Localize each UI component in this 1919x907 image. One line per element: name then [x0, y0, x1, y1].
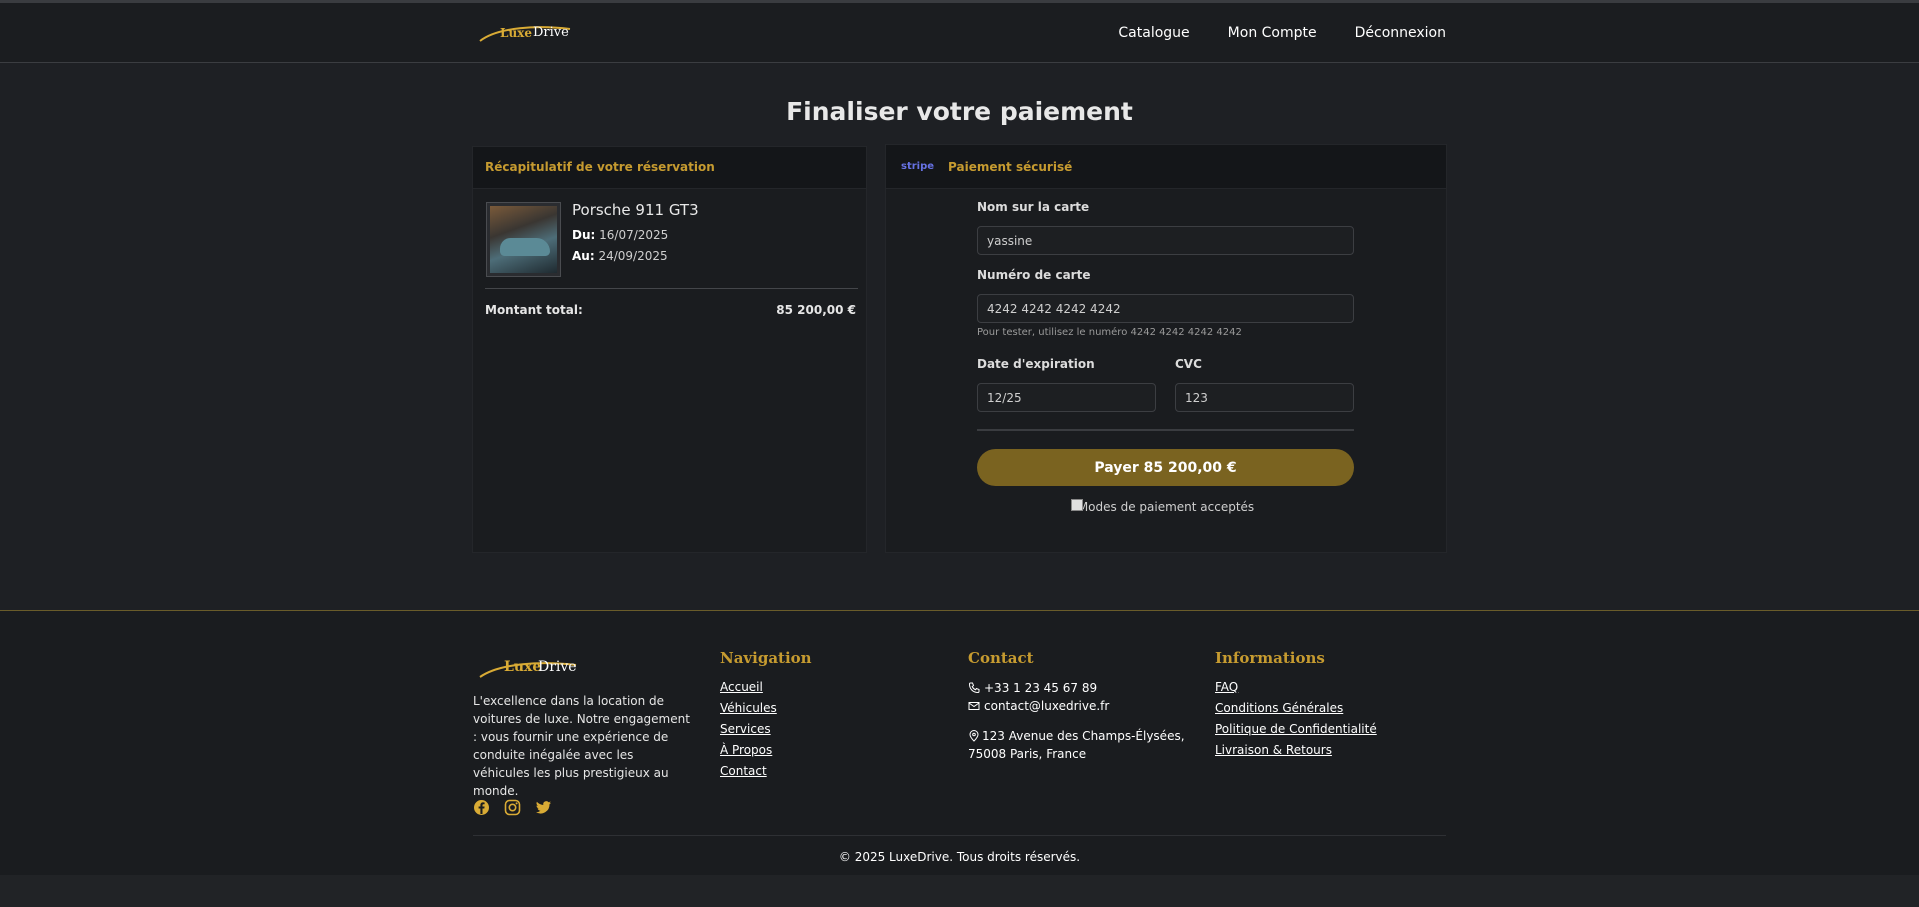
footer-link-vehicules[interactable]: Véhicules: [720, 701, 777, 715]
summary-header: Récapitulatif de votre réservation: [473, 147, 866, 189]
date-to: Au: 24/09/2025: [572, 249, 668, 263]
main-nav: Catalogue Mon Compte Déconnexion: [1118, 25, 1446, 41]
footer-brand-luxe: Luxe: [504, 659, 542, 675]
footer-info-list: FAQ Conditions Générales Politique de Co…: [1215, 680, 1377, 764]
facebook-icon[interactable]: [473, 799, 490, 816]
card-number-input[interactable]: [977, 294, 1354, 323]
date-to-label: Au:: [572, 249, 595, 263]
social-links: [473, 799, 552, 816]
footer-nav-list: Accueil Véhicules Services À Propos Cont…: [720, 680, 777, 785]
date-to-value: 24/09/2025: [598, 249, 668, 263]
stripe-logo: stripe: [901, 161, 935, 172]
footer-brand-drive: Drive: [538, 659, 577, 675]
nav-link-deconnexion[interactable]: Déconnexion: [1355, 25, 1446, 41]
contact-phone: +33 1 23 45 67 89: [968, 681, 1097, 695]
expiry-input[interactable]: [977, 383, 1156, 412]
footer-link-accueil[interactable]: Accueil: [720, 680, 763, 694]
navbar: Luxe Drive Catalogue Mon Compte Déconnex…: [0, 3, 1919, 63]
total-label: Montant total:: [485, 303, 583, 317]
email-address[interactable]: contact@luxedrive.fr: [984, 699, 1109, 713]
card-name-input[interactable]: [977, 226, 1354, 255]
footer-link-services[interactable]: Services: [720, 722, 771, 736]
footer: Luxe Drive L'excellence dans la location…: [0, 610, 1919, 875]
footer-link-livraison[interactable]: Livraison & Retours: [1215, 743, 1332, 757]
copyright: © 2025 LuxeDrive. Tous droits réservés.: [838, 850, 1081, 864]
footer-brand-logo[interactable]: Luxe Drive: [478, 653, 578, 683]
broken-image-icon: [1071, 499, 1083, 511]
footer-link-a-propos[interactable]: À Propos: [720, 743, 772, 757]
footer-about-text: L'excellence dans la location de voiture…: [473, 694, 690, 798]
footer-link-conditions[interactable]: Conditions Générales: [1215, 701, 1343, 715]
payment-card: stripe Paiement sécurisé Nom sur la cart…: [885, 144, 1447, 553]
cvc-input[interactable]: [1175, 383, 1354, 412]
footer-link-contact[interactable]: Contact: [720, 764, 767, 778]
card-name-label: Nom sur la carte: [977, 200, 1090, 214]
footer-link-confidentialite[interactable]: Politique de Confidentialité: [1215, 722, 1377, 736]
address-line-1: 123 Avenue des Champs-Élysées,: [982, 729, 1185, 743]
payment-methods-image: Modes de paiement acceptés: [1071, 497, 1261, 517]
date-from-value: 16/07/2025: [599, 228, 669, 242]
twitter-icon[interactable]: [535, 799, 552, 816]
brand-luxe: Luxe: [500, 26, 532, 40]
car-image: [490, 206, 557, 273]
mail-icon: [968, 702, 980, 710]
footer-info-title: Informations: [1215, 649, 1325, 667]
bottom-strip: [0, 875, 1919, 907]
test-card-hint: Pour tester, utilisez le numéro 4242 424…: [977, 327, 1242, 338]
car-name: Porsche 911 GT3: [572, 201, 699, 219]
expiry-label: Date d'expiration: [977, 357, 1095, 371]
footer-link-faq[interactable]: FAQ: [1215, 680, 1238, 694]
footer-nav-title: Navigation: [720, 649, 812, 667]
date-from-label: Du:: [572, 228, 596, 242]
card-number-label: Numéro de carte: [977, 268, 1091, 282]
cvc-label: CVC: [1175, 357, 1202, 371]
date-from: Du: 16/07/2025: [572, 228, 668, 242]
contact-address: 123 Avenue des Champs-Élysées, 75008 Par…: [968, 727, 1185, 763]
payment-title: Paiement sécurisé: [948, 159, 1073, 174]
address-line-2: 75008 Paris, France: [968, 747, 1087, 761]
nav-link-mon-compte[interactable]: Mon Compte: [1228, 25, 1317, 41]
phone-number: +33 1 23 45 67 89: [984, 681, 1098, 695]
brand-logo[interactable]: Luxe Drive: [478, 19, 574, 49]
phone-icon: [968, 682, 980, 694]
instagram-icon[interactable]: [504, 799, 521, 816]
nav-link-catalogue[interactable]: Catalogue: [1118, 25, 1189, 41]
payment-divider: [977, 429, 1354, 431]
footer-divider: [473, 835, 1446, 836]
brand-drive: Drive: [533, 25, 569, 40]
contact-email: contact@luxedrive.fr: [968, 699, 1109, 713]
summary-divider: [485, 288, 858, 289]
total-value: 85 200,00 €: [776, 303, 856, 317]
payment-methods-alt: Modes de paiement acceptés: [1077, 500, 1255, 514]
page-title: Finaliser votre paiement: [786, 97, 1133, 126]
footer-contact-title: Contact: [968, 649, 1034, 667]
pay-button[interactable]: Payer 85 200,00 €: [977, 449, 1354, 486]
payment-header: stripe Paiement sécurisé: [886, 145, 1446, 189]
car-thumbnail: [486, 202, 561, 277]
reservation-summary-card: Récapitulatif de votre réservation Porsc…: [472, 146, 867, 553]
map-pin-icon: [969, 730, 979, 742]
